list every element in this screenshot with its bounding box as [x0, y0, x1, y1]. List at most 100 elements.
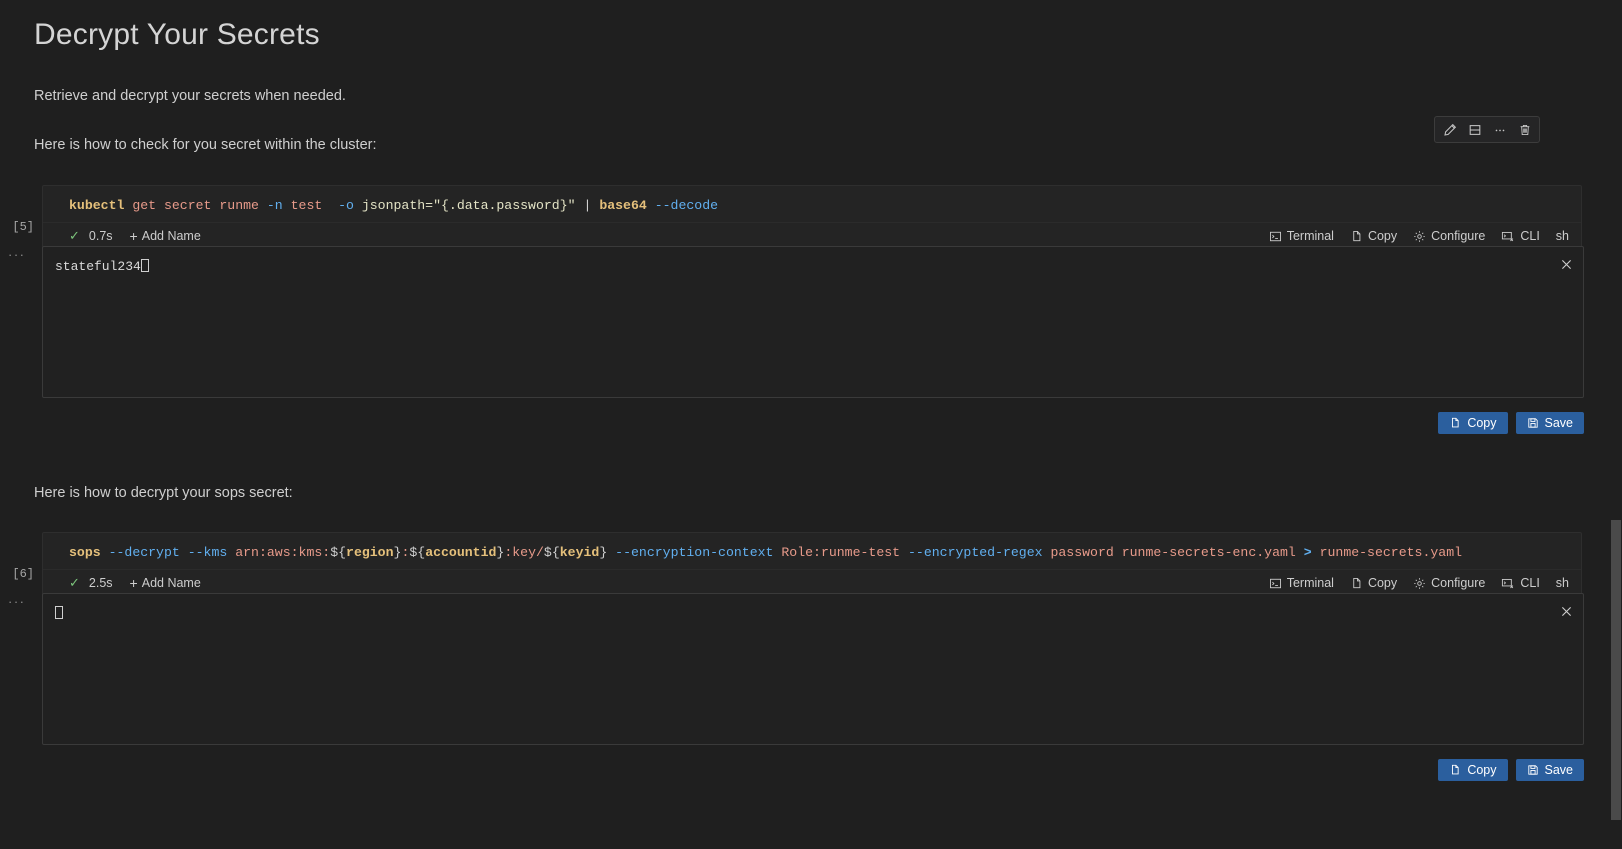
- cli-label: CLI: [1520, 229, 1540, 243]
- copy-icon: [1452, 764, 1459, 775]
- code-token: -n: [266, 198, 283, 213]
- configure-label: Configure: [1431, 229, 1486, 243]
- section-2-label: Here is how to decrypt your sops secret:: [34, 485, 293, 501]
- copy-icon: [1353, 230, 1361, 241]
- output-save-button[interactable]: Save: [1515, 412, 1584, 434]
- close-icon[interactable]: [1557, 602, 1575, 620]
- code-token: >: [1303, 545, 1312, 560]
- code-editor-container[interactable]: sops --decrypt --kms arn:aws:kms:${regio…: [42, 532, 1582, 596]
- add-name-button[interactable]: + Add Name: [130, 229, 201, 243]
- terminal-label: Terminal: [1286, 576, 1334, 590]
- pencil-icon[interactable]: [1437, 117, 1462, 142]
- cell-output-panel: stateful234: [42, 246, 1584, 398]
- code-line[interactable]: kubectl get secret runme -n test -o json…: [43, 186, 1581, 222]
- code-token: kubectl: [69, 198, 125, 213]
- terminal-cursor: [140, 259, 149, 272]
- scrollbar-thumb[interactable]: [1611, 520, 1621, 820]
- cli-icon: [1502, 578, 1514, 588]
- code-token: --kms: [187, 545, 228, 560]
- page-title: Decrypt Your Secrets: [34, 18, 320, 51]
- output-text: [43, 594, 1583, 622]
- split-cell-icon[interactable]: [1462, 117, 1487, 142]
- vertical-scrollbar[interactable]: [1610, 0, 1622, 849]
- add-name-label: Add Name: [141, 228, 201, 243]
- notebook-page: Decrypt Your Secrets Retrieve and decryp…: [0, 0, 1622, 849]
- code-token: get secret runme: [132, 198, 259, 213]
- gear-icon: [1414, 577, 1426, 589]
- plus-icon: +: [129, 227, 138, 244]
- code-token: ${: [543, 545, 560, 560]
- cell-toolbar: [1434, 116, 1540, 143]
- code-token: base64: [599, 198, 647, 213]
- output-gutter-dots[interactable]: ···: [8, 247, 26, 262]
- output-action-buttons: Copy Save: [1438, 759, 1584, 781]
- ellipsis-icon[interactable]: [1487, 117, 1512, 142]
- execution-count: [6]: [12, 567, 34, 581]
- intro-paragraph: Retrieve and decrypt your secrets when n…: [34, 88, 346, 104]
- cell-output-panel: [42, 593, 1584, 745]
- language-label: sh: [1555, 576, 1569, 590]
- copy-icon: [1353, 577, 1361, 588]
- cell-status-bar: ✓ 0.7s + Add Name Terminal Copy Configur…: [43, 222, 1581, 248]
- output-save-label: Save: [1544, 763, 1574, 777]
- code-token: -o: [338, 198, 354, 213]
- gear-icon: [1414, 230, 1426, 242]
- code-token: ${: [330, 545, 347, 560]
- cli-icon: [1502, 231, 1514, 241]
- cli-label: CLI: [1520, 576, 1540, 590]
- code-editor-container[interactable]: kubectl get secret runme -n test -o json…: [42, 185, 1582, 249]
- save-icon: [1527, 765, 1538, 775]
- execution-duration: 0.7s: [88, 228, 113, 243]
- trash-icon[interactable]: [1512, 117, 1537, 142]
- code-token: arn:aws:kms:: [235, 545, 331, 560]
- output-copy-button[interactable]: Copy: [1438, 759, 1508, 781]
- code-line[interactable]: sops --decrypt --kms arn:aws:kms:${regio…: [43, 533, 1581, 569]
- add-name-label: Add Name: [141, 575, 201, 590]
- terminal-label: Terminal: [1286, 229, 1334, 243]
- output-save-button[interactable]: Save: [1515, 759, 1584, 781]
- output-gutter-dots[interactable]: ···: [8, 594, 26, 609]
- code-token: --encrypted-regex: [908, 545, 1043, 560]
- code-token: jsonpath="{.data.password}": [361, 198, 576, 213]
- cell-status-bar: ✓ 2.5s + Add Name Terminal Copy Configur…: [43, 569, 1581, 595]
- code-token: test: [290, 198, 323, 213]
- code-token: sops: [69, 545, 101, 560]
- code-token: runme-secrets.yaml: [1319, 545, 1463, 560]
- save-icon: [1527, 418, 1538, 428]
- code-token: --encryption-context: [615, 545, 774, 560]
- code-token: region: [346, 545, 394, 560]
- output-copy-label: Copy: [1467, 416, 1497, 430]
- copy-icon: [1452, 417, 1459, 428]
- code-token: Role:runme-test: [781, 545, 901, 560]
- language-label: sh: [1555, 229, 1569, 243]
- output-copy-label: Copy: [1467, 763, 1497, 777]
- execution-count: [5]: [12, 220, 34, 234]
- copy-label: Copy: [1367, 229, 1398, 243]
- configure-label: Configure: [1431, 576, 1486, 590]
- terminal-icon: [1269, 231, 1281, 241]
- output-text: stateful234: [43, 247, 1583, 275]
- add-name-button[interactable]: + Add Name: [130, 576, 201, 590]
- section-1-label: Here is how to check for you secret with…: [34, 137, 377, 153]
- code-token: accountid: [425, 545, 497, 560]
- output-copy-button[interactable]: Copy: [1438, 412, 1508, 434]
- output-action-buttons: Copy Save: [1438, 412, 1584, 434]
- code-token: :key/: [504, 545, 544, 560]
- terminal-icon: [1269, 578, 1281, 588]
- close-icon[interactable]: [1557, 255, 1575, 273]
- code-token: ${: [409, 545, 426, 560]
- success-check-icon: ✓: [69, 228, 80, 243]
- copy-label: Copy: [1367, 576, 1398, 590]
- success-check-icon: ✓: [69, 575, 80, 590]
